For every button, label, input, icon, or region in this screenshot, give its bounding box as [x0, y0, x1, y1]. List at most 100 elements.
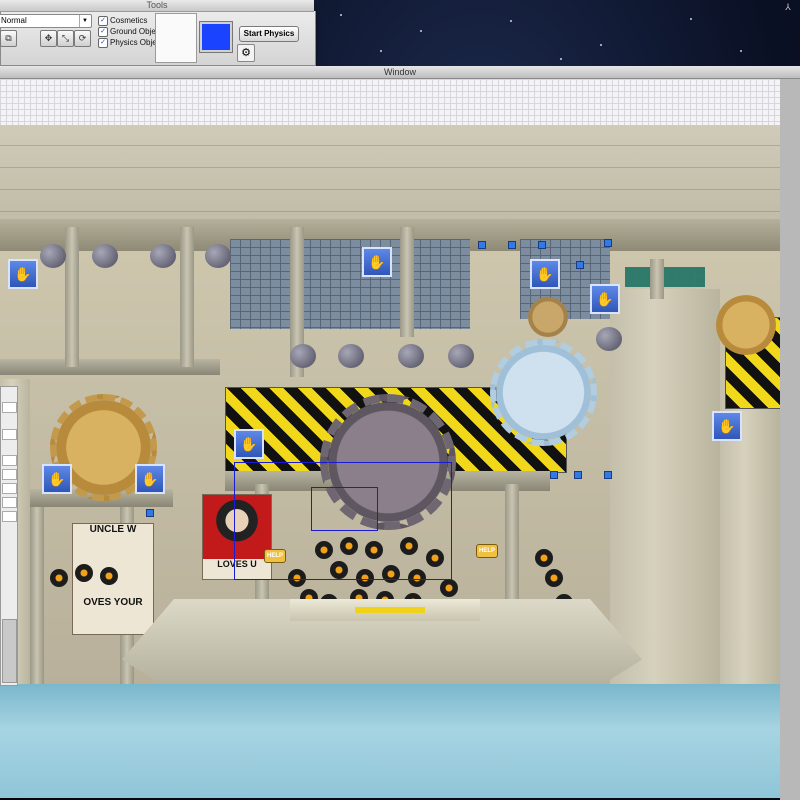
inspector-preview: [2, 619, 17, 683]
physics-ball[interactable]: [398, 344, 424, 368]
anchor-point[interactable]: [508, 241, 516, 249]
cosmetics-label: Cosmetics: [110, 16, 148, 26]
physics-ball[interactable]: [40, 244, 66, 268]
inspector-field[interactable]: [2, 469, 17, 480]
hand-cube[interactable]: ✋: [362, 247, 392, 277]
poster-text: UNCLE W: [89, 524, 137, 535]
settings-button[interactable]: ⚙: [237, 44, 255, 62]
star: [740, 50, 742, 52]
checkmark-icon: ✓: [98, 27, 108, 37]
mode-select-value: Normal: [1, 16, 27, 25]
logo-icon: ⅄: [785, 2, 791, 12]
preview-frame: [155, 13, 197, 63]
pillar: [650, 259, 664, 299]
star: [600, 44, 602, 46]
wall-seam: [0, 211, 780, 212]
spiked-mine[interactable]: [545, 569, 563, 587]
hand-cube[interactable]: ✋: [234, 429, 264, 459]
start-physics-button[interactable]: Start Physics: [239, 26, 299, 42]
spiked-mine[interactable]: [535, 549, 553, 567]
window-panel: [625, 267, 705, 287]
wall-seam: [0, 167, 780, 168]
hand-cube[interactable]: ✋: [135, 464, 165, 494]
chevron-down-icon: ▼: [79, 15, 90, 27]
rotate-icon: ⟳: [78, 33, 87, 43]
inspector-field[interactable]: [2, 497, 17, 508]
platform-marker: [355, 607, 425, 613]
wall-seam: [0, 189, 780, 190]
hand-icon: ✋: [368, 254, 386, 270]
hand-cube[interactable]: ✋: [42, 464, 72, 494]
scale-tool-button[interactable]: ⤡: [57, 30, 74, 47]
hand-icon: ✋: [14, 266, 32, 282]
hand-cube[interactable]: ✋: [712, 411, 742, 441]
checkmark-icon: ✓: [98, 16, 108, 26]
hand-icon: ✋: [141, 471, 159, 487]
spiked-mine[interactable]: [75, 564, 93, 582]
selection-box[interactable]: [311, 487, 378, 531]
physics-ball[interactable]: [205, 244, 231, 268]
window-title-bar: Window: [0, 66, 800, 79]
star: [380, 50, 382, 52]
physics-ball[interactable]: [448, 344, 474, 368]
hand-icon: ✋: [48, 471, 66, 487]
inspector-field[interactable]: [2, 455, 17, 466]
star: [560, 58, 562, 60]
anchor-point[interactable]: [604, 471, 612, 479]
hand-icon: ✋: [536, 266, 554, 282]
pillar: [65, 227, 79, 367]
anchor-point[interactable]: [576, 261, 584, 269]
inspector-field[interactable]: [2, 511, 17, 522]
star: [340, 14, 342, 16]
ice-gear[interactable]: [490, 339, 597, 446]
inspector-field[interactable]: [2, 402, 17, 413]
hand-cube[interactable]: ✋: [8, 259, 38, 289]
wall-seam: [0, 145, 780, 146]
physics-ball[interactable]: [290, 344, 316, 368]
cosmetics-checkbox[interactable]: ✓ Cosmetics: [98, 16, 147, 26]
inspector-panel: [0, 386, 18, 686]
anchor-point[interactable]: [550, 471, 558, 479]
mode-select[interactable]: Normal ▼: [0, 14, 92, 28]
layer-tool-button[interactable]: ⧉: [0, 30, 17, 47]
editor-viewport[interactable]: ✋ ✋ ✋ ✋ ✋ ✋ ✋ ✋ UNCLE W OVES YOUR LOVES …: [0, 79, 780, 798]
window-scrollbar[interactable]: [780, 79, 800, 800]
tools-palette-title: Tools: [0, 0, 314, 12]
pillar: [180, 227, 194, 367]
spiked-mine[interactable]: [50, 569, 68, 587]
anchor-point[interactable]: [478, 241, 486, 249]
move-tool-button[interactable]: ✥: [40, 30, 57, 47]
help-sign: HELP: [476, 544, 498, 558]
physics-ball[interactable]: [338, 344, 364, 368]
inspector-field[interactable]: [2, 429, 17, 440]
rotate-tool-button[interactable]: ⟳: [74, 30, 91, 47]
star: [690, 18, 692, 20]
hand-icon: ✋: [718, 418, 736, 434]
layers-icon: ⧉: [5, 33, 12, 43]
physics-ball[interactable]: [150, 244, 176, 268]
physics-ball[interactable]: [92, 244, 118, 268]
hand-icon: ✋: [596, 291, 614, 307]
window-panel: [230, 239, 470, 329]
poster-text: OVES YOUR: [83, 597, 143, 608]
move-icon: ✥: [44, 33, 53, 43]
hand-icon: ✋: [240, 436, 258, 452]
physics-ball[interactable]: [596, 327, 622, 351]
hand-cube[interactable]: ✋: [590, 284, 620, 314]
spiked-mine[interactable]: [440, 579, 458, 597]
checkmark-icon: ✓: [98, 38, 108, 48]
star: [510, 20, 512, 22]
color-swatch[interactable]: [199, 21, 233, 53]
pillar: [400, 227, 414, 337]
anchor-point[interactable]: [146, 509, 154, 517]
anchor-point[interactable]: [574, 471, 582, 479]
anchor-point[interactable]: [538, 241, 546, 249]
anchor-point[interactable]: [604, 239, 612, 247]
star: [420, 30, 422, 32]
water: [0, 684, 780, 798]
hand-cube[interactable]: ✋: [530, 259, 560, 289]
spiked-mine[interactable]: [100, 567, 118, 585]
wooden-gear[interactable]: [716, 295, 776, 355]
small-gear[interactable]: [528, 297, 568, 337]
inspector-field[interactable]: [2, 483, 17, 494]
